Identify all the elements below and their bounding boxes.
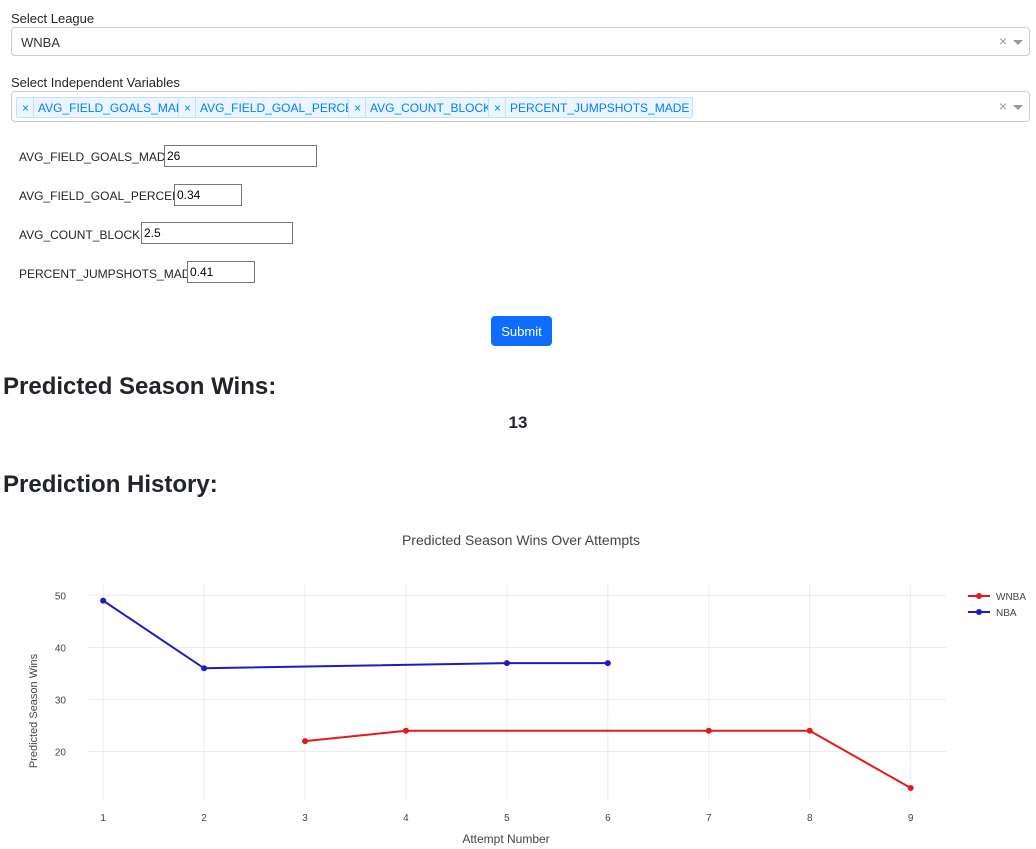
tag-label: PERCENT_JUMPSHOTS_MADE bbox=[510, 100, 690, 115]
variable-tag[interactable]: × PERCENT_JUMPSHOTS_MADE bbox=[488, 97, 694, 118]
input-label-avg-count-blocks: AVG_COUNT_BLOCKS bbox=[19, 228, 149, 242]
prediction-history-heading: Prediction History: bbox=[3, 471, 218, 498]
y-tick-labels: 20 30 40 50 bbox=[55, 591, 67, 758]
data-point-wnba[interactable] bbox=[402, 727, 409, 734]
variables-select[interactable]: × AVG_FIELD_GOALS_MADE × AVG_FIELD_GOAL_… bbox=[11, 91, 1030, 122]
input-label-percent-jumpshots-made: PERCENT_JUMPSHOTS_MADE bbox=[19, 267, 199, 281]
chart-title: Predicted Season Wins Over Attempts bbox=[402, 532, 640, 548]
legend-marker bbox=[976, 609, 982, 615]
league-select-value: WNBA bbox=[21, 35, 60, 50]
data-point-nba[interactable] bbox=[503, 660, 510, 667]
avg-field-goals-made-input[interactable] bbox=[164, 145, 317, 167]
tag-label: AVG_FIELD_GOAL_PERCENT bbox=[200, 100, 370, 115]
tag-label: AVG_COUNT_BLOCKS bbox=[370, 100, 500, 115]
predicted-wins-value: 13 bbox=[508, 413, 528, 432]
tag-remove-icon[interactable]: × bbox=[489, 98, 507, 117]
league-select[interactable]: WNBA × bbox=[11, 27, 1030, 56]
league-chevron-down-icon[interactable] bbox=[1013, 40, 1023, 45]
y-axis-label: Predicted Season Wins bbox=[28, 653, 40, 768]
predicted-wins-heading: Predicted Season Wins: bbox=[3, 373, 277, 400]
y-tick-label: 30 bbox=[55, 696, 67, 707]
percent-jumpshots-made-input[interactable] bbox=[187, 261, 255, 283]
data-point-wnba[interactable] bbox=[907, 784, 914, 791]
series-line-nba bbox=[102, 599, 608, 670]
variable-tag[interactable]: × AVG_FIELD_GOAL_PERCENT bbox=[178, 97, 374, 118]
submit-button[interactable]: Submit bbox=[491, 316, 552, 346]
x-axis-label: Attempt Number bbox=[462, 832, 549, 846]
legend-marker bbox=[976, 593, 982, 599]
data-point-nba[interactable] bbox=[604, 660, 611, 667]
x-tick-label: 7 bbox=[706, 813, 712, 824]
input-label-avg-field-goals-made: AVG_FIELD_GOALS_MADE bbox=[19, 150, 174, 164]
variables-chevron-down-icon[interactable] bbox=[1013, 105, 1023, 110]
avg-field-goal-percent-input[interactable] bbox=[174, 184, 242, 206]
x-tick-label: 2 bbox=[201, 813, 207, 824]
x-tick-label: 3 bbox=[302, 813, 308, 824]
data-point-nba[interactable] bbox=[100, 597, 107, 604]
tag-label: AVG_FIELD_GOALS_MADE bbox=[38, 100, 193, 115]
league-label: Select League bbox=[11, 11, 95, 26]
legend-label[interactable]: NBA bbox=[996, 608, 1017, 619]
variables-label: Select Independent Variables bbox=[11, 75, 180, 90]
data-point-nba[interactable] bbox=[201, 665, 208, 672]
x-tick-label: 9 bbox=[908, 813, 914, 824]
chart-grid bbox=[88, 585, 946, 801]
data-point-wnba[interactable] bbox=[806, 727, 813, 734]
data-point-wnba[interactable] bbox=[302, 738, 309, 745]
prediction-history-chart: Predicted Season Wins Over Attempts 1 2 3 4… bbox=[28, 532, 1026, 846]
league-clear-icon[interactable]: × bbox=[999, 33, 1007, 49]
x-tick-label: 4 bbox=[403, 813, 409, 824]
input-label-avg-field-goal-percent: AVG_FIELD_GOAL_PERCENT bbox=[19, 189, 189, 203]
x-tick-label: 8 bbox=[807, 813, 813, 824]
data-point-wnba[interactable] bbox=[705, 727, 712, 734]
chart-legend[interactable]: WNBA NBA bbox=[968, 592, 1026, 619]
tag-remove-icon[interactable]: × bbox=[17, 98, 35, 117]
y-tick-label: 40 bbox=[55, 643, 67, 654]
y-tick-label: 20 bbox=[55, 748, 67, 759]
legend-label[interactable]: WNBA bbox=[996, 592, 1026, 603]
y-tick-label: 50 bbox=[55, 591, 67, 602]
avg-count-blocks-input[interactable] bbox=[141, 222, 293, 244]
variables-clear-icon[interactable]: × bbox=[999, 98, 1007, 114]
x-tick-label: 5 bbox=[504, 813, 510, 824]
x-tick-label: 1 bbox=[100, 813, 106, 824]
variable-tag[interactable]: × AVG_FIELD_GOALS_MADE bbox=[16, 97, 197, 118]
x-tick-label: 6 bbox=[605, 813, 611, 824]
variable-tag[interactable]: × AVG_COUNT_BLOCKS bbox=[348, 97, 504, 118]
x-tick-labels: 1 2 3 4 5 6 7 8 9 bbox=[100, 813, 914, 824]
tag-remove-icon[interactable]: × bbox=[179, 98, 197, 117]
tag-remove-icon[interactable]: × bbox=[349, 98, 367, 117]
